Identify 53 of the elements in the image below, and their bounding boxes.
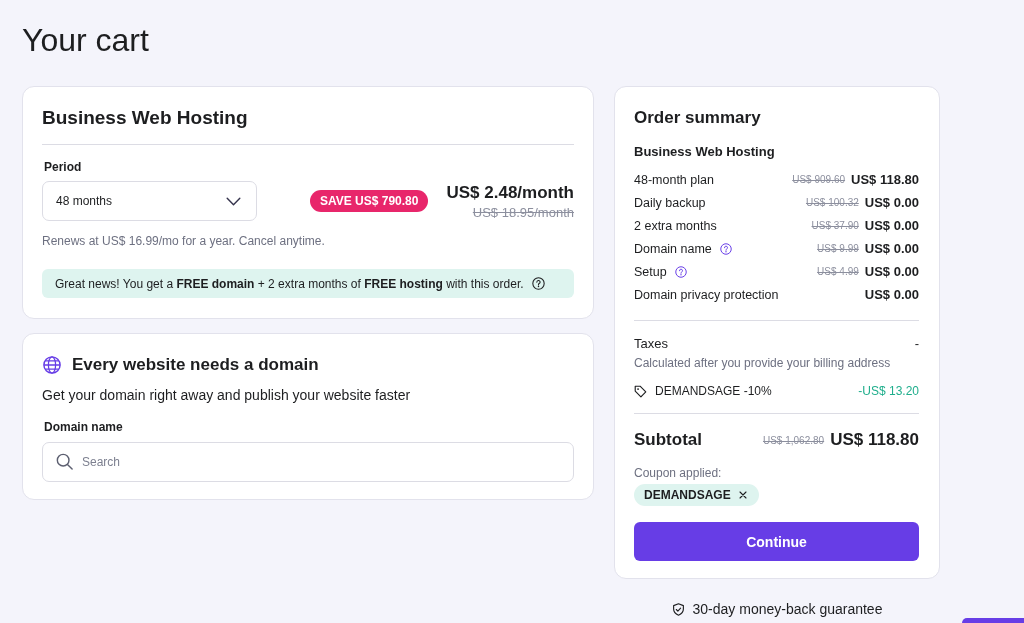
line-price: US$ 0.00 bbox=[864, 218, 919, 233]
old-price: US$ 9.99 bbox=[817, 243, 859, 254]
tag-icon bbox=[634, 384, 647, 398]
taxes-note: Calculated after you provide your billing address bbox=[634, 355, 892, 371]
product-name: Business Web Hosting bbox=[634, 144, 776, 160]
line-label: 48-month plan bbox=[634, 172, 714, 187]
period-label: Period bbox=[43, 159, 83, 175]
line-label: Domain name bbox=[634, 241, 712, 256]
chevron-down-icon bbox=[226, 196, 241, 206]
old-subtotal: US$ 1,062.80 bbox=[762, 434, 825, 446]
close-icon[interactable] bbox=[738, 491, 747, 499]
plan-title: Business Web Hosting bbox=[42, 106, 249, 130]
renewal-note: Renews at US$ 16.99/mo for a year. Cancel anytime. bbox=[42, 233, 326, 249]
summary-title: Order summary bbox=[634, 107, 762, 129]
coupon-label: Coupon applied: bbox=[634, 465, 723, 481]
discount-label: DEMANDSAGE -10% bbox=[655, 383, 772, 400]
shield-check-icon bbox=[671, 602, 685, 616]
old-price: US$ 100.32 bbox=[805, 197, 859, 208]
line-price: US$ 0.00 bbox=[864, 195, 919, 210]
line-label: Setup bbox=[634, 264, 667, 279]
period-select[interactable]: 48 months bbox=[42, 181, 257, 221]
domain-subtitle: Get your domain right away and publish your website faster bbox=[42, 386, 412, 405]
help-icon[interactable] bbox=[719, 242, 732, 255]
old-price: US$ 4.99 bbox=[817, 266, 859, 277]
line-label: Domain privacy protection bbox=[634, 287, 779, 302]
subtotal-label: Subtotal bbox=[634, 430, 702, 450]
taxes-value: - bbox=[914, 335, 919, 353]
line-price: US$ 118.80 bbox=[851, 172, 919, 187]
domain-search-field[interactable]: Search bbox=[42, 442, 574, 482]
old-price: US$ 909.60 bbox=[792, 174, 846, 185]
search-icon bbox=[56, 453, 73, 470]
save-badge: SAVE US$ 790.80 bbox=[309, 190, 429, 212]
subtotal-price: US$ 118.80 bbox=[830, 430, 919, 450]
discount-amount: -US$ 13.20 bbox=[858, 383, 919, 400]
line-label: Daily backup bbox=[634, 195, 706, 210]
guarantee-text: 30-day money-back guarantee bbox=[692, 600, 883, 618]
old-monthly-price: US$ 18.95/month bbox=[471, 203, 574, 221]
line-price: US$ 0.00 bbox=[864, 264, 919, 279]
banner-text: Great news! You get a FREE domain + 2 extra months of FREE hosting with this order. bbox=[55, 275, 524, 292]
help-icon[interactable] bbox=[531, 277, 545, 290]
line-price: US$ 0.00 bbox=[864, 241, 919, 256]
help-icon[interactable] bbox=[674, 265, 687, 278]
globe-icon bbox=[43, 356, 61, 374]
line-price: US$ 0.00 bbox=[864, 287, 919, 302]
taxes-label: Taxes bbox=[634, 335, 668, 353]
coupon-code: DEMANDSAGE bbox=[644, 488, 731, 502]
page-title: Your cart bbox=[22, 21, 150, 60]
domain-title: Every website needs a domain bbox=[72, 354, 319, 376]
monthly-price: US$ 2.48/month bbox=[446, 181, 574, 204]
domain-label: Domain name bbox=[43, 419, 124, 435]
continue-button[interactable]: Continue bbox=[634, 522, 919, 561]
old-price: US$ 37.90 bbox=[811, 220, 859, 231]
line-label: 2 extra months bbox=[634, 218, 717, 233]
